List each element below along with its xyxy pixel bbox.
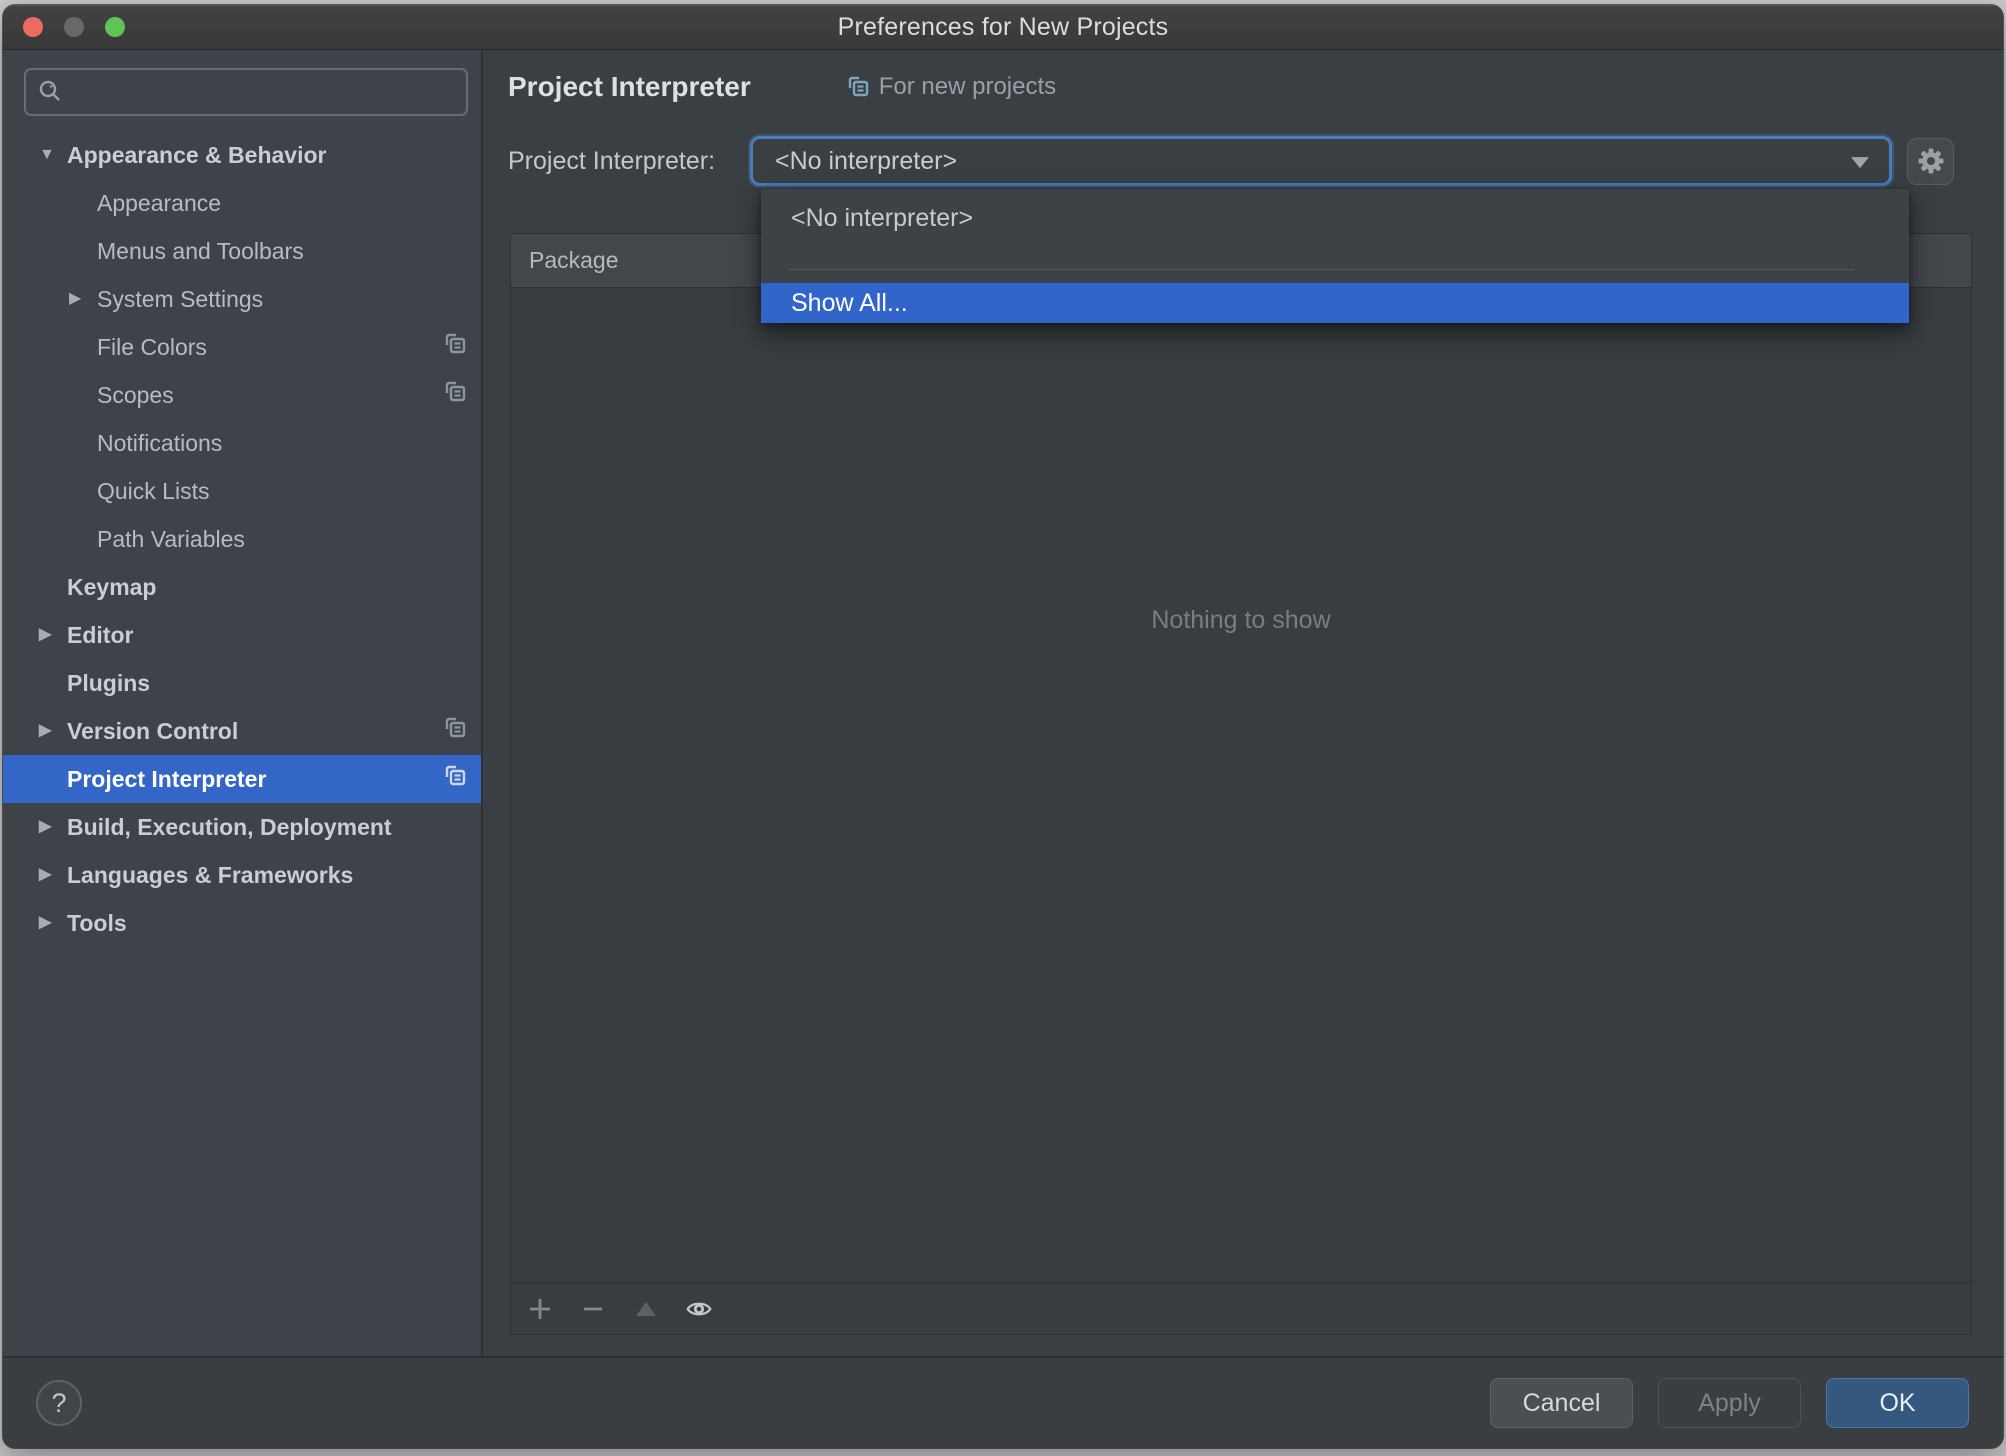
sidebar-item-scopes[interactable]: Scopes [3,371,481,419]
show-early-releases-button[interactable] [686,1296,712,1322]
sidebar-item-label: Build, Execution, Deployment [67,813,392,840]
traffic-lights [23,5,125,49]
sidebar-item-label: Plugins [67,669,151,696]
minus-icon [584,1307,602,1310]
search-input[interactable] [74,78,456,106]
sidebar-item-label: Path Variables [97,525,245,552]
settings-sidebar: ▼ Appearance & Behavior Appearance Menus… [3,50,483,1356]
sidebar-item-label: Notifications [97,429,223,456]
search-field[interactable] [24,68,468,116]
sidebar-item-label: Version Control [67,717,239,744]
interpreter-value: <No interpreter> [775,146,958,175]
ok-button[interactable]: OK [1826,1378,1969,1428]
sidebar-item-system-settings[interactable]: ▶ System Settings [3,275,481,323]
sidebar-item-label: Languages & Frameworks [67,861,354,888]
sidebar-item-project-interpreter[interactable]: Project Interpreter [3,755,481,803]
copy-icon [443,764,467,794]
dropdown-option-no-interpreter[interactable]: <No interpreter> [761,189,1909,247]
sidebar-item-notifications[interactable]: Notifications [3,419,481,467]
sidebar-item-quick-lists[interactable]: Quick Lists [3,467,481,515]
minimize-button[interactable] [64,17,84,37]
sidebar-item-label: File Colors [97,333,207,360]
sidebar-item-plugins[interactable]: Plugins [3,659,481,707]
sidebar-item-label: Scopes [97,381,174,408]
settings-content: Project Interpreter For new projects Pro… [483,50,2003,1356]
help-icon: ? [51,1387,67,1418]
chevron-down-icon [1851,157,1869,169]
copy-icon [443,380,467,410]
eye-icon [686,1302,712,1315]
copy-icon [846,75,870,99]
sidebar-item-label: Project Interpreter [67,765,267,792]
help-button[interactable]: ? [36,1380,82,1426]
page-title: Project Interpreter [508,71,751,102]
interpreter-dropdown[interactable]: <No interpreter> [750,136,1892,186]
packages-table: Package Nothing to show [510,233,1972,1335]
sidebar-item-label: Appearance & Behavior [67,141,327,168]
sidebar-item-label: Quick Lists [97,477,210,504]
remove-package-button[interactable] [580,1296,606,1322]
sidebar-item-label: Tools [67,909,127,936]
gear-icon [1918,148,1943,174]
interpreter-dropdown-popup: <No interpreter> Show All... [761,189,1909,323]
sidebar-item-label: Editor [67,621,134,648]
upgrade-package-button[interactable] [633,1296,659,1322]
sidebar-item-tools[interactable]: ▶ Tools [3,899,481,947]
up-arrow-icon [636,1301,656,1316]
scope-indicator: For new projects [846,73,1056,101]
title-bar: Preferences for New Projects [3,5,2003,50]
chevron-right-icon[interactable]: ▶ [39,867,67,883]
sidebar-item-file-colors[interactable]: File Colors [3,323,481,371]
chevron-down-icon[interactable]: ▼ [39,147,67,163]
zoom-button[interactable] [105,17,125,37]
sidebar-item-menus-toolbars[interactable]: Menus and Toolbars [3,227,481,275]
chevron-right-icon[interactable]: ▶ [39,819,67,835]
sidebar-item-keymap[interactable]: Keymap [3,563,481,611]
settings-tree: ▼ Appearance & Behavior Appearance Menus… [3,131,481,947]
chevron-right-icon[interactable]: ▶ [39,723,67,739]
sidebar-item-editor[interactable]: ▶ Editor [3,611,481,659]
interpreter-label: Project Interpreter: [508,146,716,175]
packages-toolbar [511,1282,1971,1334]
preferences-window: Preferences for New Projects ▼ Appearanc… [3,5,2003,1448]
chevron-right-icon[interactable]: ▶ [39,915,67,931]
empty-table-message: Nothing to show [1151,606,1331,634]
sidebar-item-path-variables[interactable]: Path Variables [3,515,481,563]
plus-icon [530,1298,550,1319]
copy-icon [443,332,467,362]
package-column-label: Package [529,247,619,273]
sidebar-item-label: Appearance [97,189,222,216]
interpreter-settings-button[interactable] [1907,137,1954,185]
chevron-right-icon[interactable]: ▶ [39,627,67,643]
close-button[interactable] [23,17,43,37]
apply-button[interactable]: Apply [1658,1378,1801,1428]
sidebar-item-label: System Settings [97,285,264,312]
sidebar-item-appearance-behavior[interactable]: ▼ Appearance & Behavior [3,131,481,179]
sidebar-item-label: Keymap [67,573,157,600]
cancel-button[interactable]: Cancel [1490,1378,1633,1428]
chevron-right-icon[interactable]: ▶ [69,291,97,307]
search-icon [39,80,60,101]
dropdown-separator [789,269,1854,270]
window-title: Preferences for New Projects [837,12,1169,41]
sidebar-item-appearance[interactable]: Appearance [3,179,481,227]
sidebar-item-languages-frameworks[interactable]: ▶ Languages & Frameworks [3,851,481,899]
sidebar-item-version-control[interactable]: ▶ Version Control [3,707,481,755]
sidebar-item-label: Menus and Toolbars [97,237,304,264]
sidebar-item-build-execution-deployment[interactable]: ▶ Build, Execution, Deployment [3,803,481,851]
add-package-button[interactable] [527,1296,553,1322]
scope-label: For new projects [878,73,1057,100]
dropdown-option-show-all[interactable]: Show All... [761,283,1909,323]
copy-icon [443,716,467,746]
dialog-footer: ? Cancel Apply OK [3,1356,2003,1448]
